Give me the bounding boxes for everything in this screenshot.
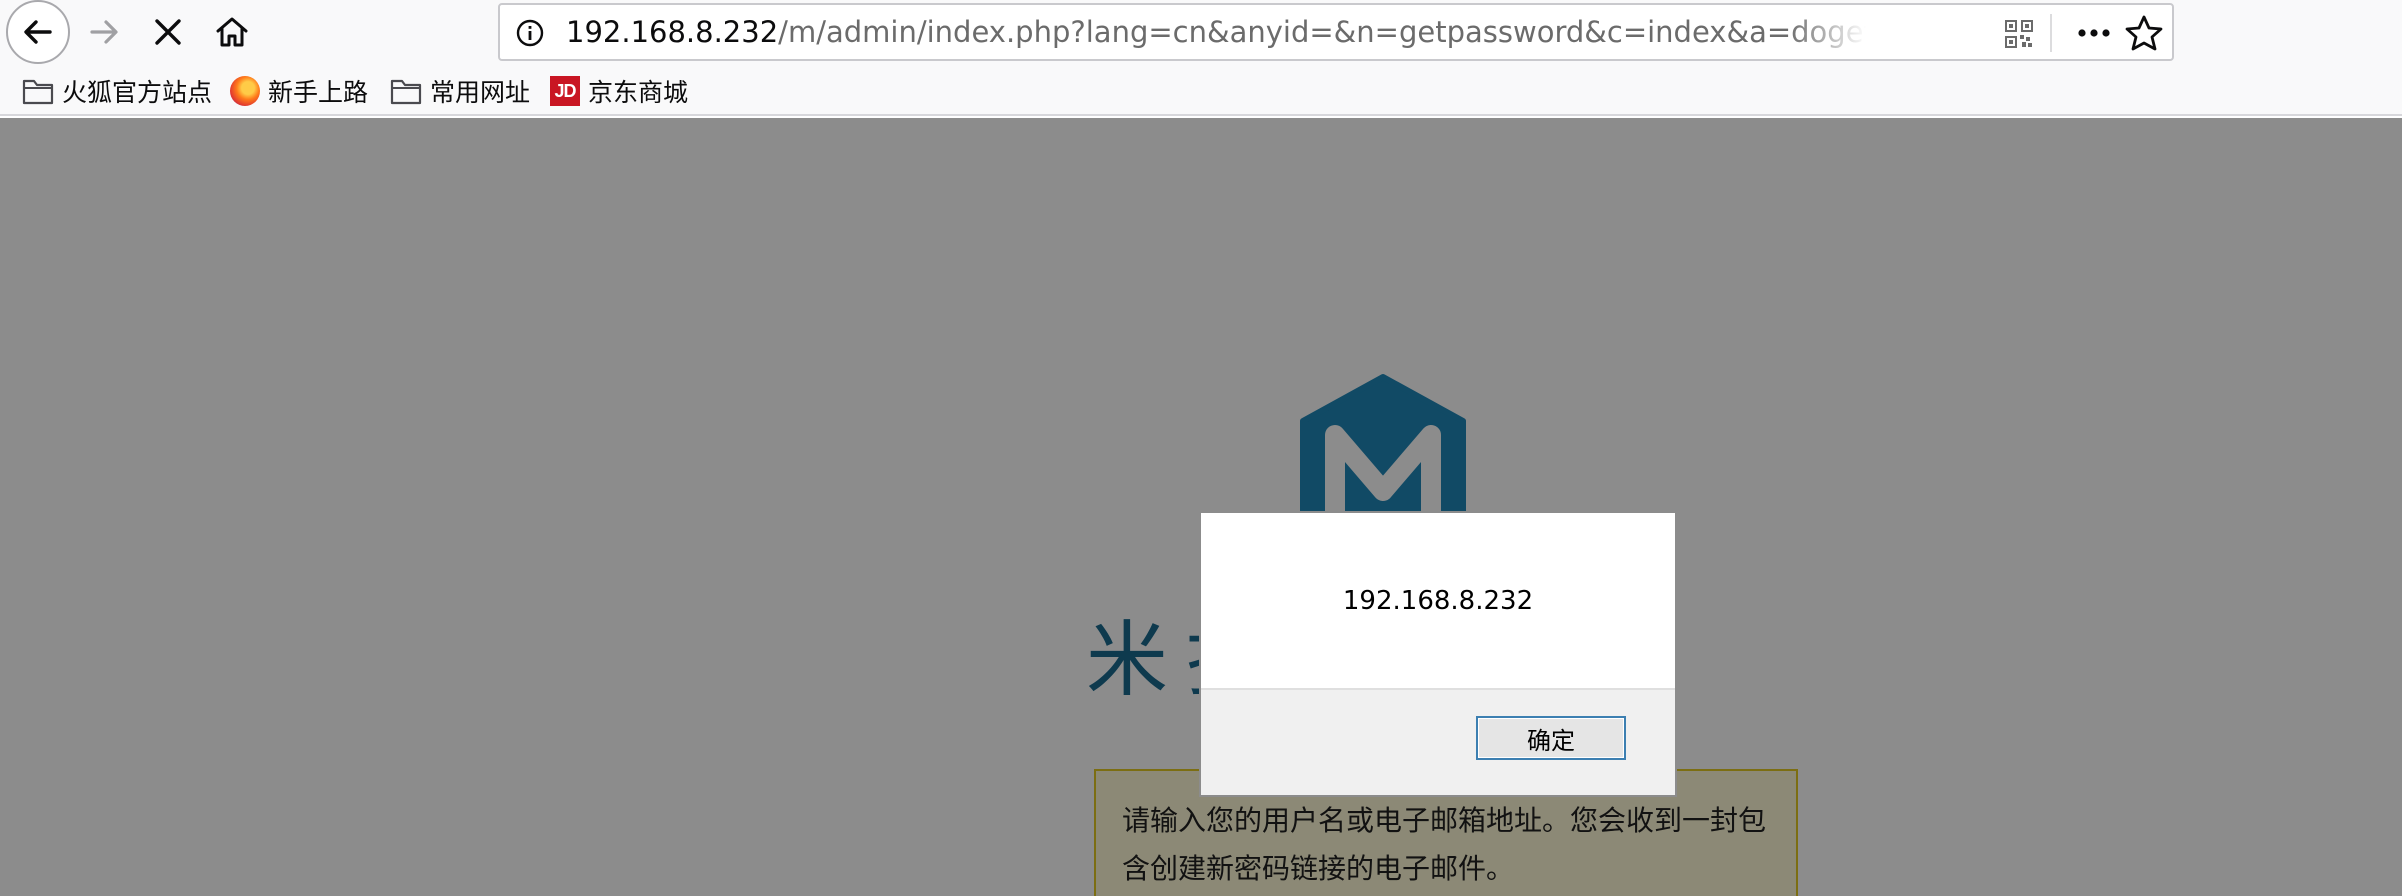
bookmark-common-sites[interactable]: 常用网址 (390, 74, 530, 108)
firefox-icon (230, 76, 260, 106)
url-host: 192.168.8.232 (566, 15, 779, 49)
folder-icon (390, 79, 422, 105)
bookmark-jd-mall[interactable]: JD 京东商城 (550, 74, 688, 108)
info-icon[interactable] (514, 17, 546, 49)
stop-button[interactable] (136, 5, 200, 59)
star-icon[interactable] (2124, 14, 2164, 52)
bookmark-firefox-official[interactable]: 火狐官方站点 (22, 74, 212, 108)
back-arrow-icon (24, 20, 52, 44)
back-button[interactable] (6, 0, 70, 64)
url-text[interactable]: 192.168.8.232/m/admin/index.php?lang=cn&… (566, 5, 1866, 59)
bookmark-getting-started[interactable]: 新手上路 (230, 74, 368, 108)
url-path: /m/admin/index.php?lang=cn&anyid=&n=getp… (778, 15, 1866, 49)
qr-code-icon[interactable] (2005, 20, 2033, 48)
ok-button[interactable]: 确定 (1476, 716, 1626, 760)
stop-x-icon (155, 19, 181, 45)
bookmark-label: 常用网址 (430, 78, 531, 107)
folder-icon (22, 79, 54, 105)
bookmark-label: 新手上路 (268, 78, 369, 107)
browser-toolbar: 192.168.8.232/m/admin/index.php?lang=cn&… (0, 0, 2402, 66)
more-dots-icon[interactable] (2072, 15, 2116, 51)
bookmarks-toolbar: 火狐官方站点 新手上路 常用网址 JD 京东商城 (0, 66, 2402, 116)
forward-arrow-icon (90, 20, 118, 44)
alert-footer: 确定 (1201, 688, 1675, 795)
forward-button[interactable] (72, 5, 136, 59)
alert-message: 192.168.8.232 (1342, 585, 1534, 616)
home-icon (216, 17, 248, 47)
alert-dialog: 192.168.8.232 确定 (1199, 511, 1677, 797)
url-bar[interactable]: 192.168.8.232/m/admin/index.php?lang=cn&… (498, 3, 2174, 61)
bookmark-label: 火狐官方站点 (62, 78, 213, 107)
bookmark-label: 京东商城 (588, 78, 689, 107)
jd-icon: JD (550, 76, 580, 106)
url-bar-separator (2050, 14, 2052, 52)
home-button[interactable] (200, 5, 264, 59)
